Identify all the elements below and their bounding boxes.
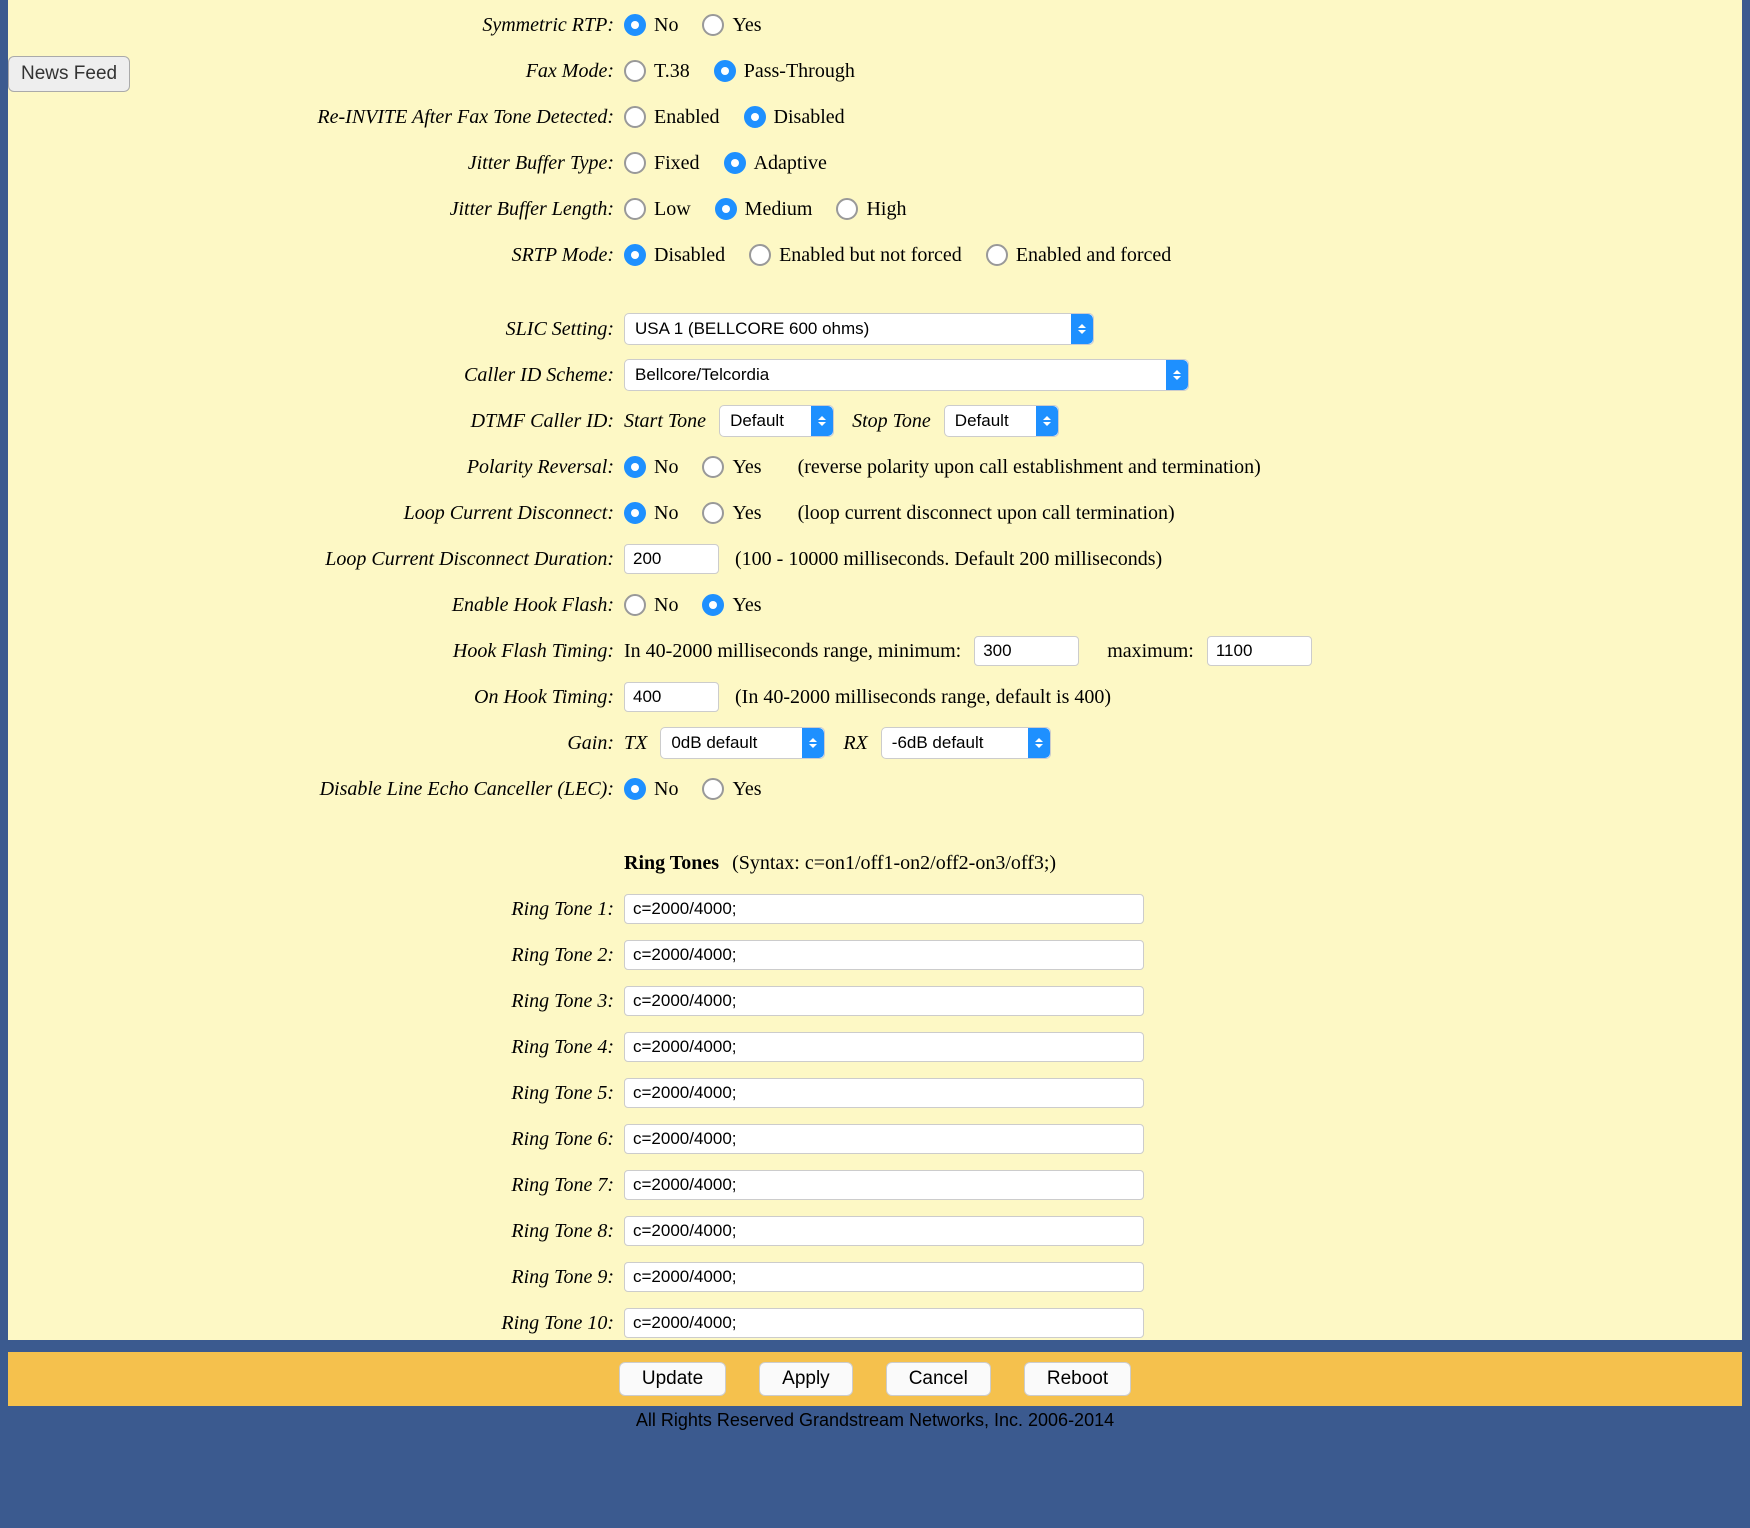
reinvite-disabled[interactable]: Disabled	[744, 106, 845, 129]
srtp-disabled[interactable]: Disabled	[624, 244, 725, 267]
fax-mode-t38[interactable]: T.38	[624, 60, 690, 83]
ring-tone-label: Ring Tone 7:	[16, 1174, 624, 1197]
jitter-len-high[interactable]: High	[836, 198, 906, 221]
hook-timing-pre: In 40-2000 milliseconds range, minimum:	[624, 640, 961, 663]
gain-rx-label: RX	[843, 732, 867, 755]
ring-tone-input[interactable]	[624, 1124, 1144, 1154]
stop-tone-select[interactable]: Default	[944, 405, 1059, 437]
ring-tone-input[interactable]	[624, 1262, 1144, 1292]
ring-tone-input[interactable]	[624, 1032, 1144, 1062]
polarity-label: Polarity Reversal:	[16, 456, 624, 479]
ring-tone-input[interactable]	[624, 1216, 1144, 1246]
ring-tone-label: Ring Tone 1:	[16, 898, 624, 921]
polarity-yes[interactable]: Yes	[702, 456, 761, 479]
jitter-type-label: Jitter Buffer Type:	[16, 152, 624, 175]
button-bar: Update Apply Cancel Reboot	[8, 1352, 1742, 1406]
ring-tone-label: Ring Tone 6:	[16, 1128, 624, 1151]
ring-tone-input[interactable]	[624, 986, 1144, 1016]
symmetric-rtp-no[interactable]: No	[624, 14, 678, 37]
settings-form: Symmetric RTP: No Yes Fax Mode: T.38 Pas…	[8, 0, 1742, 1340]
gain-tx-label: TX	[624, 732, 647, 755]
jitter-len-medium[interactable]: Medium	[715, 198, 813, 221]
apply-button[interactable]: Apply	[759, 1362, 853, 1396]
symmetric-rtp-label: Symmetric RTP:	[16, 14, 624, 37]
gain-label: Gain:	[16, 732, 624, 755]
lec-no[interactable]: No	[624, 778, 678, 801]
jitter-len-label: Jitter Buffer Length:	[16, 198, 624, 221]
start-tone-label: Start Tone	[624, 410, 706, 433]
polarity-no[interactable]: No	[624, 456, 678, 479]
jitter-type-fixed[interactable]: Fixed	[624, 152, 700, 175]
loop-disc-hint: (loop current disconnect upon call termi…	[798, 502, 1175, 525]
lec-yes[interactable]: Yes	[702, 778, 761, 801]
ring-tone-label: Ring Tone 4:	[16, 1036, 624, 1059]
srtp-label: SRTP Mode:	[16, 244, 624, 267]
ring-tone-input[interactable]	[624, 1078, 1144, 1108]
symmetric-rtp-yes[interactable]: Yes	[702, 14, 761, 37]
ring-tone-label: Ring Tone 8:	[16, 1220, 624, 1243]
stop-tone-label: Stop Tone	[852, 410, 931, 433]
loop-dur-input[interactable]	[624, 544, 719, 574]
ring-tone-label: Ring Tone 9:	[16, 1266, 624, 1289]
hook-flash-yes[interactable]: Yes	[702, 594, 761, 617]
gain-rx-select[interactable]: -6dB default	[881, 727, 1051, 759]
hook-timing-max-input[interactable]	[1207, 636, 1312, 666]
loop-disc-yes[interactable]: Yes	[702, 502, 761, 525]
loop-disc-no[interactable]: No	[624, 502, 678, 525]
ring-tone-input[interactable]	[624, 894, 1144, 924]
news-feed-button[interactable]: News Feed	[8, 56, 130, 92]
ring-tone-input[interactable]	[624, 1170, 1144, 1200]
hook-timing-min-input[interactable]	[974, 636, 1079, 666]
chevron-updown-icon	[1028, 728, 1050, 758]
fax-mode-passthrough[interactable]: Pass-Through	[714, 60, 855, 83]
on-hook-hint: (In 40-2000 milliseconds range, default …	[735, 686, 1111, 709]
on-hook-label: On Hook Timing:	[16, 686, 624, 709]
reboot-button[interactable]: Reboot	[1024, 1362, 1131, 1396]
hook-timing-label: Hook Flash Timing:	[16, 640, 624, 663]
srtp-enabled-not-forced[interactable]: Enabled but not forced	[749, 244, 962, 267]
hook-timing-max-label: maximum:	[1107, 640, 1194, 663]
chevron-updown-icon	[1071, 314, 1093, 344]
jitter-len-low[interactable]: Low	[624, 198, 691, 221]
lec-label: Disable Line Echo Canceller (LEC):	[16, 778, 624, 801]
chevron-updown-icon	[1166, 360, 1188, 390]
cid-scheme-label: Caller ID Scheme:	[16, 364, 624, 387]
cancel-button[interactable]: Cancel	[886, 1362, 991, 1396]
dtmf-cid-label: DTMF Caller ID:	[16, 410, 624, 433]
chevron-updown-icon	[811, 406, 833, 436]
reinvite-label: Re-INVITE After Fax Tone Detected:	[16, 106, 624, 129]
loop-dur-label: Loop Current Disconnect Duration:	[16, 548, 624, 571]
srtp-enabled-forced[interactable]: Enabled and forced	[986, 244, 1171, 267]
ring-tones-title: Ring Tones	[624, 852, 719, 875]
slic-select[interactable]: USA 1 (BELLCORE 600 ohms)	[624, 313, 1094, 345]
reinvite-enabled[interactable]: Enabled	[624, 106, 720, 129]
ring-tone-input[interactable]	[624, 1308, 1144, 1338]
chevron-updown-icon	[1036, 406, 1058, 436]
gain-tx-select[interactable]: 0dB default	[660, 727, 825, 759]
cid-scheme-select[interactable]: Bellcore/Telcordia	[624, 359, 1189, 391]
ring-tone-label: Ring Tone 3:	[16, 990, 624, 1013]
polarity-hint: (reverse polarity upon call establishmen…	[798, 456, 1261, 479]
ring-tone-label: Ring Tone 2:	[16, 944, 624, 967]
hook-flash-no[interactable]: No	[624, 594, 678, 617]
ring-tone-label: Ring Tone 5:	[16, 1082, 624, 1105]
hook-flash-label: Enable Hook Flash:	[16, 594, 624, 617]
start-tone-select[interactable]: Default	[719, 405, 834, 437]
ring-tone-input[interactable]	[624, 940, 1144, 970]
ring-tones-syntax: (Syntax: c=on1/off1-on2/off2-on3/off3;)	[732, 852, 1056, 875]
loop-dur-hint: (100 - 10000 milliseconds. Default 200 m…	[735, 548, 1162, 571]
slic-label: SLIC Setting:	[16, 318, 624, 341]
on-hook-input[interactable]	[624, 682, 719, 712]
ring-tone-label: Ring Tone 10:	[16, 1312, 624, 1335]
loop-disc-label: Loop Current Disconnect:	[16, 502, 624, 525]
footer-text: All Rights Reserved Grandstream Networks…	[0, 1406, 1750, 1437]
chevron-updown-icon	[802, 728, 824, 758]
jitter-type-adaptive[interactable]: Adaptive	[724, 152, 827, 175]
update-button[interactable]: Update	[619, 1362, 726, 1396]
